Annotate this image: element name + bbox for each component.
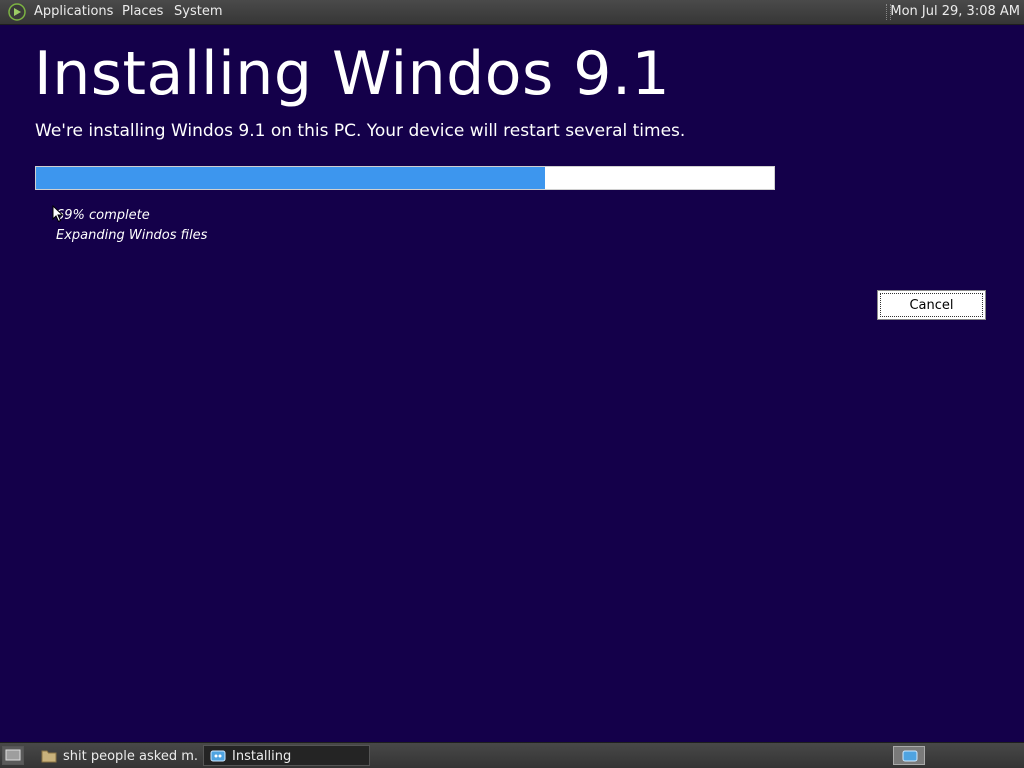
clock[interactable]: Mon Jul 29, 3:08 AM (890, 4, 1020, 19)
app-window-icon (902, 750, 918, 762)
cancel-button[interactable]: Cancel (877, 290, 986, 320)
mouse-pointer-icon (52, 204, 64, 223)
show-desktop-button[interactable] (2, 746, 24, 765)
top-panel: Applications Places System Mon Jul 29, 3… (0, 0, 1024, 25)
taskbar-item-label: Installing (232, 749, 292, 764)
desktop-icon (5, 749, 21, 761)
workspace-switcher[interactable] (893, 746, 925, 765)
page-subtitle: We're installing Windos 9.1 on this PC. … (35, 121, 686, 141)
applications-menu[interactable]: Applications (34, 4, 113, 19)
page-title: Installing Windos 9.1 (34, 39, 671, 109)
taskbar-item-folder[interactable]: shit people asked m... (34, 745, 200, 766)
app-window-icon (210, 749, 226, 763)
taskbar-item-label: shit people asked m... (63, 749, 200, 764)
places-menu[interactable]: Places (122, 4, 163, 19)
system-menu[interactable]: System (174, 4, 222, 19)
bottom-panel: shit people asked m... Installing (0, 742, 1024, 768)
status-message: Expanding Windos files (56, 228, 208, 243)
percent-complete: 69% complete (56, 208, 150, 223)
progress-bar-fill (36, 167, 546, 189)
taskbar-item-installing[interactable]: Installing (203, 745, 370, 766)
progress-bar (35, 166, 775, 190)
gnome-foot-icon[interactable] (8, 3, 26, 21)
folder-icon (41, 749, 57, 763)
